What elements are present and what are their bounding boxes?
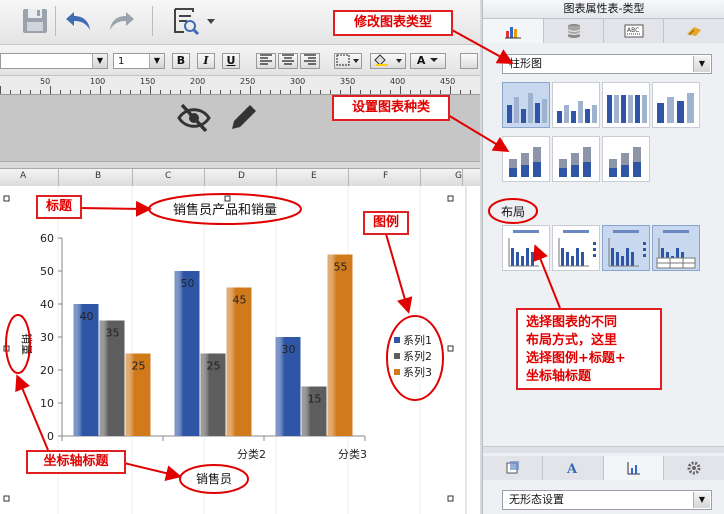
- arrow-title: [79, 200, 152, 217]
- highlight-title: [148, 193, 302, 225]
- arrow-modify-type: [451, 29, 514, 64]
- annotation-arrows: [5, 29, 561, 494]
- note-layout-line: 布局方式，这里: [526, 333, 618, 348]
- note-axis-title: 坐标轴标题: [26, 450, 126, 474]
- note-layout-line: 坐标轴标题: [526, 369, 592, 384]
- highlight-x-axis-title: [179, 464, 249, 494]
- note-set-kind: 设置图表种类: [332, 95, 450, 121]
- arrow-axis-title-y: [15, 374, 49, 451]
- arrow-legend: [385, 233, 413, 314]
- note-modify-type: 修改图表类型: [333, 10, 453, 36]
- highlight-y-axis-title: [5, 314, 31, 374]
- arrow-layout: [533, 244, 561, 309]
- note-layout-line: 选择图表的不同: [526, 315, 618, 330]
- arrow-set-kind: [447, 114, 510, 153]
- note-layout-line: 选择图例+标题+: [526, 351, 626, 366]
- arrow-axis-title-x: [123, 462, 182, 481]
- note-legend: 图例: [363, 211, 409, 235]
- highlight-layout-label: [488, 198, 538, 224]
- highlight-legend: [386, 315, 444, 401]
- note-layout: 选择图表的不同 布局方式，这里 选择图例+标题+ 坐标轴标题: [516, 308, 662, 390]
- note-title: 标题: [36, 195, 82, 219]
